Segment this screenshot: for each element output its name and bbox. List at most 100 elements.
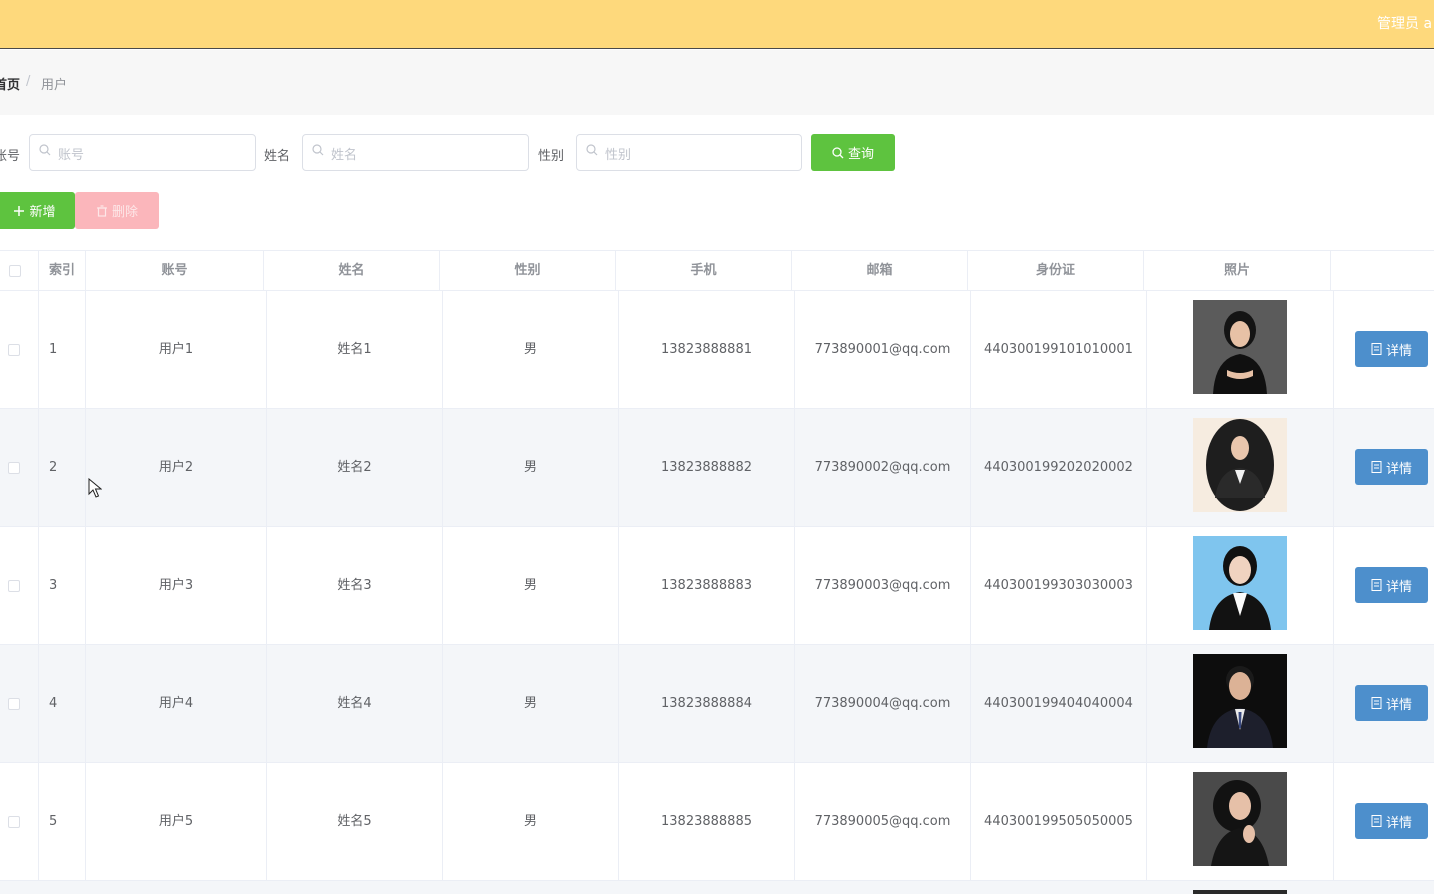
- document-icon: [1371, 579, 1382, 591]
- cell-phone: 13823888883: [619, 527, 795, 644]
- table-row-partial: [0, 881, 1434, 894]
- column-header-id-card[interactable]: 身份证: [968, 251, 1144, 291]
- cell-id-card: 440300199202020002: [971, 409, 1147, 526]
- cell-name: 姓名4: [267, 645, 443, 762]
- name-filter-label: 姓名: [264, 149, 291, 164]
- cell-email: 773890002@qq.com: [795, 409, 971, 526]
- account-filter-label: 账号: [0, 149, 21, 164]
- user-photo[interactable]: [1193, 300, 1287, 394]
- breadcrumb-current: 用户: [41, 78, 68, 93]
- detail-button-label: 详情: [1385, 343, 1412, 359]
- column-header-index[interactable]: 索引: [39, 251, 86, 291]
- column-header-name[interactable]: 姓名: [264, 251, 440, 291]
- column-header-phone[interactable]: 手机: [616, 251, 792, 291]
- document-icon: [1371, 815, 1382, 827]
- table-row: 3 用户3 姓名3 男 13823888883 773890003@qq.com…: [0, 527, 1434, 645]
- cell-phone: 13823888885: [619, 763, 795, 880]
- row-checkbox[interactable]: [8, 344, 20, 356]
- delete-button[interactable]: 删除: [75, 192, 159, 229]
- header-select-all-cell: [0, 251, 39, 291]
- cell-gender: 男: [443, 291, 619, 408]
- user-photo[interactable]: [1193, 772, 1287, 866]
- search-icon: [586, 144, 598, 156]
- table-header: 索引 账号 姓名 性别 手机 邮箱 身份证 照片: [0, 250, 1434, 291]
- user-photo[interactable]: [1193, 418, 1287, 512]
- row-checkbox[interactable]: [8, 462, 20, 474]
- cell-gender: 男: [443, 763, 619, 880]
- row-checkbox[interactable]: [8, 698, 20, 710]
- delete-button-label: 删除: [111, 205, 138, 220]
- breadcrumb: 首页 / 用户: [0, 50, 1434, 115]
- user-photo[interactable]: [1193, 536, 1287, 630]
- row-select-cell: [0, 645, 39, 762]
- cell-id-card: 440300199303030003: [971, 527, 1147, 644]
- row-select-cell: [0, 527, 39, 644]
- add-button-label: 新增: [29, 205, 56, 220]
- table-row: 4 用户4 姓名4 男 13823888884 773890004@qq.com…: [0, 645, 1434, 763]
- cell-gender: 男: [443, 645, 619, 762]
- query-button[interactable]: 查询: [811, 134, 895, 171]
- cell-phone: 13823888882: [619, 409, 795, 526]
- cell-gender: 男: [443, 409, 619, 526]
- cell-id-card: 440300199505050005: [971, 763, 1147, 880]
- user-photo: [1193, 890, 1287, 894]
- column-header-photo[interactable]: 照片: [1144, 251, 1331, 291]
- search-icon: [312, 144, 324, 156]
- document-icon: [1371, 697, 1382, 709]
- detail-button-label: 详情: [1385, 815, 1412, 831]
- detail-button[interactable]: 详情: [1355, 449, 1428, 485]
- account-placeholder: 账号: [58, 148, 85, 163]
- detail-button-label: 详情: [1385, 579, 1412, 595]
- detail-button[interactable]: 详情: [1355, 331, 1428, 367]
- account-search-input[interactable]: 账号: [29, 134, 256, 171]
- cell-id-card: 440300199404040004: [971, 645, 1147, 762]
- cell-id-card: 440300199101010001: [971, 291, 1147, 408]
- name-placeholder: 姓名: [331, 148, 358, 163]
- cell-account: 用户2: [86, 409, 267, 526]
- cell-email: 773890001@qq.com: [795, 291, 971, 408]
- admin-user-label[interactable]: 管理员 a: [1377, 13, 1432, 33]
- cell-index: 5: [39, 763, 86, 880]
- cell-email: 773890004@qq.com: [795, 645, 971, 762]
- cell-index: 2: [39, 409, 86, 526]
- name-search-input[interactable]: 姓名: [302, 134, 529, 171]
- user-photo[interactable]: [1193, 654, 1287, 748]
- column-header-actions: [1331, 251, 1434, 291]
- cell-index: 4: [39, 645, 86, 762]
- cell-name: 姓名1: [267, 291, 443, 408]
- document-icon: [1371, 461, 1382, 473]
- column-header-email[interactable]: 邮箱: [792, 251, 968, 291]
- cell-account: 用户3: [86, 527, 267, 644]
- breadcrumb-separator: /: [26, 74, 31, 89]
- row-select-cell: [0, 291, 39, 408]
- search-icon: [39, 144, 51, 156]
- add-button[interactable]: 新增: [0, 192, 75, 229]
- gender-search-input[interactable]: 性别: [576, 134, 802, 171]
- breadcrumb-home[interactable]: 首页: [0, 74, 20, 93]
- select-all-checkbox[interactable]: [9, 265, 21, 277]
- row-checkbox[interactable]: [8, 816, 20, 828]
- cell-name: 姓名3: [267, 527, 443, 644]
- cell-account: 用户1: [86, 291, 267, 408]
- gender-placeholder: 性别: [605, 148, 632, 163]
- cell-email: 773890003@qq.com: [795, 527, 971, 644]
- query-button-label: 查询: [847, 147, 874, 162]
- document-icon: [1371, 343, 1382, 355]
- search-icon: [832, 146, 844, 158]
- detail-button-label: 详情: [1385, 697, 1412, 713]
- plus-icon: [14, 205, 25, 216]
- gender-filter-label: 性别: [538, 149, 565, 164]
- cell-phone: 13823888884: [619, 645, 795, 762]
- cell-name: 姓名5: [267, 763, 443, 880]
- table-row: 5 用户5 姓名5 男 13823888885 773890005@qq.com…: [0, 763, 1434, 881]
- detail-button[interactable]: 详情: [1355, 803, 1428, 839]
- column-header-account[interactable]: 账号: [86, 251, 264, 291]
- column-header-gender[interactable]: 性别: [440, 251, 616, 291]
- cell-name: 姓名2: [267, 409, 443, 526]
- cell-index: 1: [39, 291, 86, 408]
- cell-gender: 男: [443, 527, 619, 644]
- row-checkbox[interactable]: [8, 580, 20, 592]
- detail-button[interactable]: 详情: [1355, 685, 1428, 721]
- table-row: 1 用户1 姓名1 男 13823888881 773890001@qq.com…: [0, 291, 1434, 409]
- detail-button[interactable]: 详情: [1355, 567, 1428, 603]
